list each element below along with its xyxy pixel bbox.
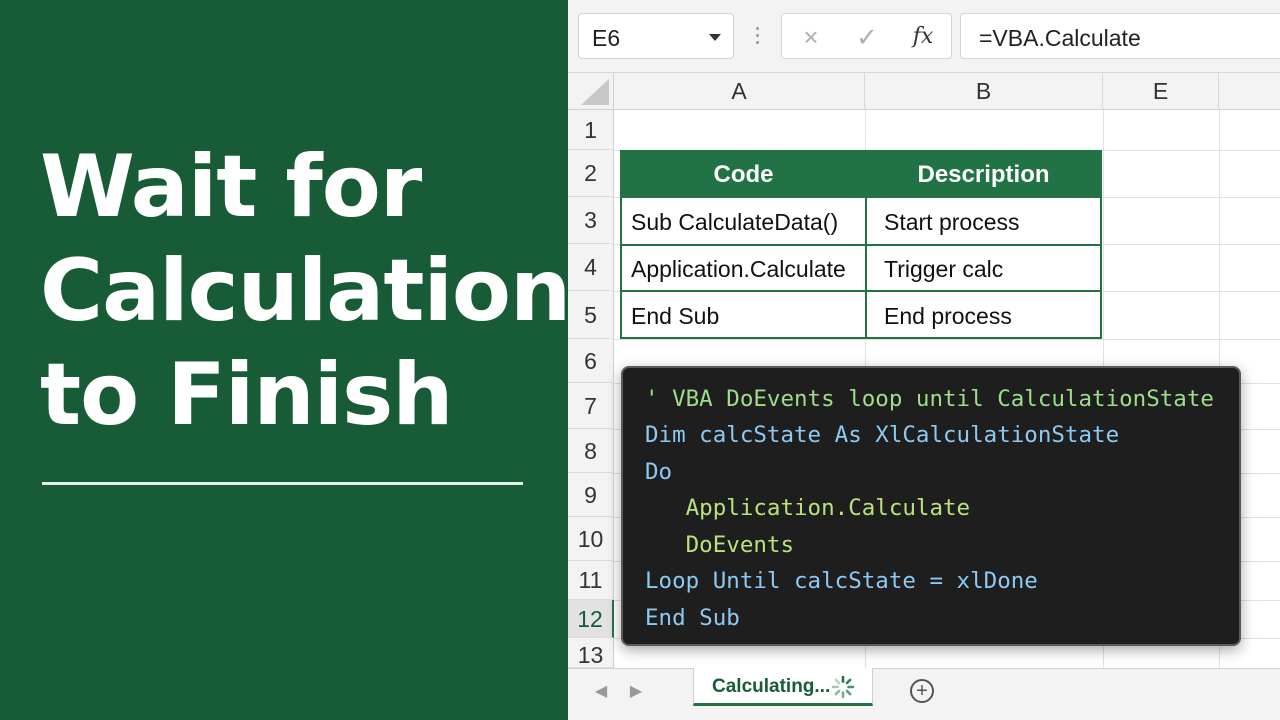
row-header-13[interactable]: 13 xyxy=(568,638,614,668)
add-sheet-icon[interactable]: + xyxy=(910,679,934,703)
column-header-empty[interactable] xyxy=(1219,73,1280,110)
title-line-3: to Finish xyxy=(40,345,453,445)
grid-line xyxy=(614,339,1280,340)
column-header-a[interactable]: A xyxy=(614,73,865,110)
sheet-tab-label: Calculating... xyxy=(712,676,831,697)
row-header-1[interactable]: 1 xyxy=(568,110,614,150)
sheet-tab-calculating[interactable]: Calculating... xyxy=(693,668,873,706)
row-header-10[interactable]: 10 xyxy=(568,517,614,561)
title-divider xyxy=(42,482,523,485)
formula-buttons: × ✓ fx xyxy=(781,13,952,59)
code-line-do: Do xyxy=(645,459,673,485)
formula-text: =VBA.Calculate xyxy=(979,25,1141,51)
formula-bar: E6 × ✓ fx =VBA.Calculate xyxy=(568,0,1280,73)
table-header-description[interactable]: Description xyxy=(867,152,1100,198)
row-header-12[interactable]: 12 xyxy=(568,600,614,638)
column-header-b[interactable]: B xyxy=(865,73,1103,110)
insert-function-icon[interactable]: fx xyxy=(908,22,938,52)
name-box[interactable]: E6 xyxy=(578,13,734,59)
code-line-calculate: Application.Calculate xyxy=(645,495,971,521)
table-divider xyxy=(622,244,1100,246)
table-cell[interactable]: End process xyxy=(884,303,1012,330)
code-line-end-sub: End Sub xyxy=(645,605,740,631)
row-header-8[interactable]: 8 xyxy=(568,429,614,473)
table-divider xyxy=(622,290,1100,292)
row-header-3[interactable]: 3 xyxy=(568,197,614,244)
row-header-9[interactable]: 9 xyxy=(568,473,614,517)
vba-code-panel: ' VBA DoEvents loop until CalculationSta… xyxy=(621,366,1241,646)
table-cell[interactable]: Sub CalculateData() xyxy=(631,209,838,236)
spreadsheet-window: E6 × ✓ fx =VBA.Calculate A B E 1 2 3 4 5… xyxy=(568,0,1280,720)
code-line-comment: ' VBA DoEvents loop until CalculationSta… xyxy=(645,386,1214,412)
table-cell[interactable]: Start process xyxy=(884,209,1020,236)
data-table: Code Description Sub CalculateData() Sta… xyxy=(620,150,1102,339)
loading-spinner-icon xyxy=(831,675,855,699)
select-all-icon xyxy=(581,79,609,105)
cancel-icon[interactable]: × xyxy=(796,22,826,52)
table-cell[interactable]: Application.Calculate xyxy=(631,256,846,283)
row-header-6[interactable]: 6 xyxy=(568,339,614,383)
row-header-2[interactable]: 2 xyxy=(568,150,614,197)
row-header-11[interactable]: 11 xyxy=(568,561,614,600)
row-header-4[interactable]: 4 xyxy=(568,244,614,291)
name-box-value: E6 xyxy=(592,25,621,51)
table-cell[interactable]: End Sub xyxy=(631,303,719,330)
check-icon[interactable]: ✓ xyxy=(852,22,882,52)
column-header-e[interactable]: E xyxy=(1103,73,1219,110)
chevron-down-icon[interactable] xyxy=(709,34,721,41)
drag-handle-icon[interactable] xyxy=(756,27,760,47)
formula-input[interactable]: =VBA.Calculate xyxy=(960,13,1280,59)
chevron-right-icon[interactable]: ▶ xyxy=(625,681,647,703)
title-line-2: Calculation xyxy=(40,241,571,341)
sheet-tab-bar: ◀ ▶ Calculating... + xyxy=(568,668,1280,720)
page-title: Wait for Calculation to Finish xyxy=(40,135,571,447)
table-header-code[interactable]: Code xyxy=(622,152,865,198)
select-all-corner[interactable] xyxy=(568,73,614,110)
title-panel: Wait for Calculation to Finish xyxy=(0,0,571,720)
row-header-7[interactable]: 7 xyxy=(568,383,614,429)
chevron-left-icon[interactable]: ◀ xyxy=(590,681,612,703)
table-cell[interactable]: Trigger calc xyxy=(884,256,1003,283)
title-line-1: Wait for xyxy=(40,137,422,237)
row-header-5[interactable]: 5 xyxy=(568,291,614,339)
code-line-dim: Dim calcState As XlCalculationState xyxy=(645,422,1120,448)
code-line-loop: Loop Until calcState = xlDone xyxy=(645,568,1038,594)
code-line-doevents: DoEvents xyxy=(645,532,795,558)
